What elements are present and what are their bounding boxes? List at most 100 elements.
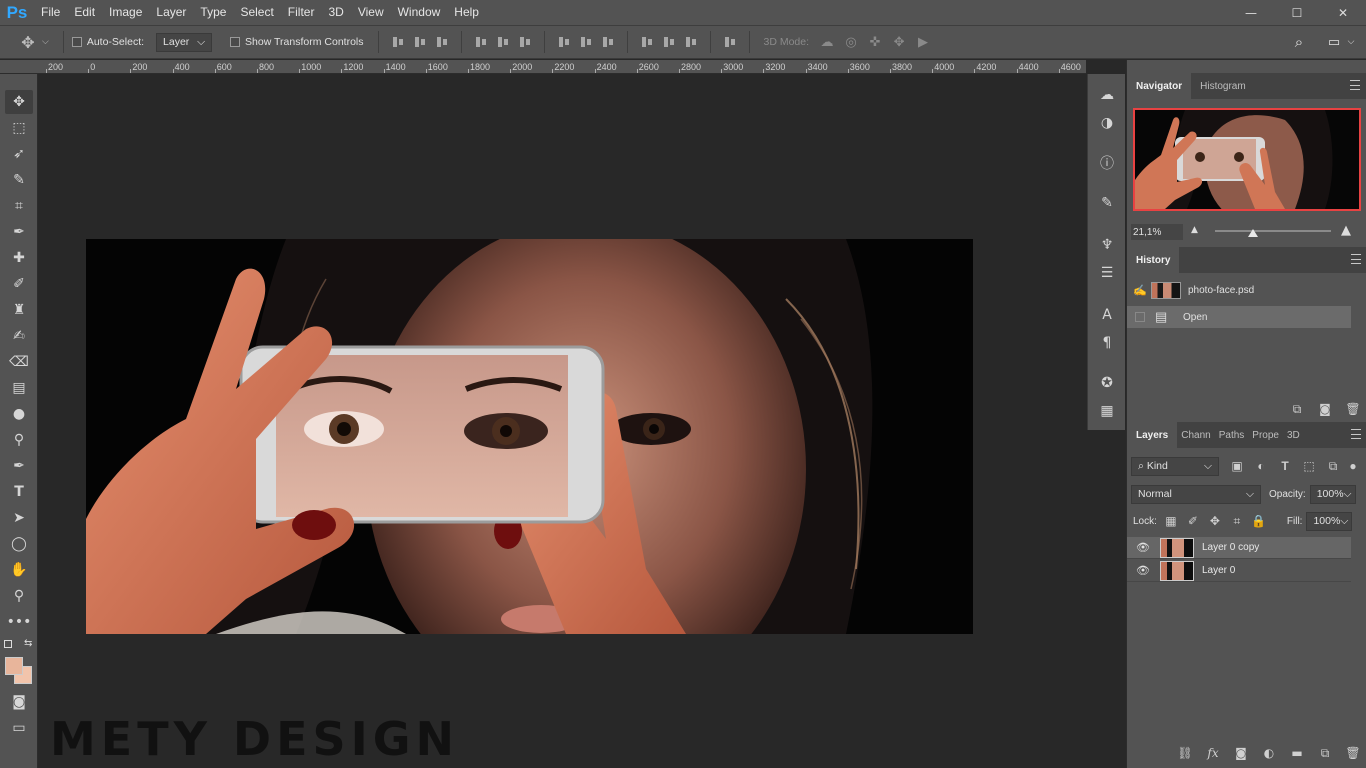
menu-select[interactable]: Select <box>233 0 280 25</box>
quick-select-tool-icon[interactable]: ✎ <box>5 168 33 192</box>
new-group-icon[interactable]: ▬ <box>1289 745 1305 761</box>
new-document-from-state-icon[interactable]: ⧉ <box>1289 401 1305 417</box>
blur-tool-icon[interactable]: ● <box>5 402 33 426</box>
link-layers-icon[interactable]: ⛓ <box>1177 745 1193 761</box>
minimize-button[interactable]: — <box>1228 0 1274 25</box>
character-icon[interactable]: A <box>1096 304 1118 326</box>
glyphs-icon[interactable]: ▦ <box>1096 400 1118 422</box>
3d-pan-icon[interactable]: ✜ <box>863 35 887 50</box>
move-tool-icon[interactable]: ✥ <box>14 33 42 52</box>
zoom-out-icon[interactable]: ▲ <box>1191 225 1198 235</box>
panel-menu-icon[interactable] <box>1351 429 1361 439</box>
filter-adjustment-icon[interactable]: ◐ <box>1253 458 1269 474</box>
distribute-bottom-icon[interactable] <box>601 35 615 49</box>
history-brush-source-icon[interactable]: ✍ <box>1131 284 1149 297</box>
type-tool-icon[interactable]: T <box>5 480 33 504</box>
menu-window[interactable]: Window <box>391 0 448 25</box>
blend-mode-dropdown[interactable]: Normal ⌵ <box>1131 484 1261 504</box>
close-button[interactable]: ✕ <box>1320 0 1366 25</box>
tab-layers[interactable]: Layers <box>1127 422 1178 448</box>
ellipse-tool-icon[interactable]: ◯ <box>5 532 33 556</box>
3d-roll-icon[interactable]: ◎ <box>839 35 863 50</box>
show-transform-checkbox[interactable]: Show Transform Controls <box>230 36 364 48</box>
menu-layer[interactable]: Layer <box>149 0 193 25</box>
menu-3d[interactable]: 3D <box>321 0 350 25</box>
menu-help[interactable]: Help <box>447 0 486 25</box>
menu-edit[interactable]: Edit <box>67 0 102 25</box>
tab-paths[interactable]: Paths <box>1215 422 1249 448</box>
properties-icon[interactable]: ☰ <box>1096 262 1118 284</box>
maximize-button[interactable]: ☐ <box>1274 0 1320 25</box>
align-left-icon[interactable] <box>474 35 488 49</box>
auto-select-checkbox[interactable]: Auto-Select: <box>71 36 144 48</box>
tab-history[interactable]: History <box>1127 247 1180 273</box>
workspace-icon[interactable]: ▭ <box>1324 35 1344 50</box>
align-top-icon[interactable] <box>391 35 405 49</box>
horizontal-ruler[interactable]: 200 0 200 400 600 800 1000 1200 1400 1600 1800 2000… <box>38 60 1086 74</box>
healing-brush-tool-icon[interactable]: ✚ <box>5 246 33 270</box>
pen-tool-icon[interactable]: ✒ <box>5 454 33 478</box>
filter-shape-icon[interactable]: ⬚ <box>1301 458 1317 474</box>
align-bottom-icon[interactable] <box>435 35 449 49</box>
history-source-box[interactable] <box>1135 312 1145 322</box>
3d-scale-icon[interactable]: ▶ <box>911 35 935 50</box>
fx-icon[interactable]: fx <box>1205 745 1221 761</box>
menu-view[interactable]: View <box>351 0 391 25</box>
visibility-eye-icon[interactable]: 👁 <box>1132 541 1154 554</box>
tab-channels[interactable]: Chann <box>1177 422 1214 448</box>
marquee-tool-icon[interactable]: ⬚ <box>5 116 33 140</box>
clone-stamp-tool-icon[interactable]: ♜ <box>5 298 33 322</box>
opacity-field[interactable]: 100% ⌵ <box>1309 484 1356 504</box>
brushes-icon[interactable]: ♆ <box>1096 234 1118 256</box>
document-image[interactable] <box>86 239 973 634</box>
history-brush-tool-icon[interactable]: ✍ <box>5 324 33 348</box>
zoom-tool-icon[interactable]: ⚲ <box>5 584 33 608</box>
auto-select-dropdown[interactable]: Layer ⌵ <box>156 32 213 52</box>
tab-properties[interactable]: Prope <box>1248 422 1283 448</box>
distribute-right-icon[interactable] <box>684 35 698 49</box>
distribute-vcenter-icon[interactable] <box>579 35 593 49</box>
layer-name[interactable]: Layer 0 <box>1202 565 1235 576</box>
zoom-level-field[interactable]: 21,1% <box>1131 224 1183 240</box>
adjustment-layer-icon[interactable]: ◐ <box>1261 745 1277 761</box>
brush-tool-icon[interactable]: ✐ <box>5 272 33 296</box>
trash-icon[interactable]: 🗑 <box>1345 745 1361 761</box>
brush-settings-icon[interactable]: ✎ <box>1096 192 1118 214</box>
default-colors-icon[interactable] <box>4 640 12 648</box>
chevron-down-icon[interactable]: ⌵ <box>42 37 49 47</box>
align-vcenter-icon[interactable] <box>413 35 427 49</box>
add-mask-icon[interactable]: ◙ <box>1233 745 1249 761</box>
layer-row[interactable]: 👁 Layer 0 copy <box>1127 537 1351 559</box>
history-snapshot[interactable]: ✍ photo-face.psd <box>1127 279 1351 301</box>
path-selection-tool-icon[interactable]: ➤ <box>5 506 33 530</box>
hand-tool-icon[interactable]: ✋ <box>5 558 33 582</box>
3d-orbit-icon[interactable]: ☁ <box>815 35 839 50</box>
foreground-color-swatch[interactable] <box>5 657 23 675</box>
eyedropper-tool-icon[interactable]: ✒ <box>5 220 33 244</box>
filter-pixel-icon[interactable]: ▣ <box>1229 458 1245 474</box>
menu-type[interactable]: Type <box>193 0 233 25</box>
trash-icon[interactable]: 🗑 <box>1345 401 1361 417</box>
swatches-icon[interactable]: ✪ <box>1096 372 1118 394</box>
menu-filter[interactable]: Filter <box>281 0 322 25</box>
dodge-tool-icon[interactable]: ⚲ <box>5 428 33 452</box>
3d-slide-icon[interactable]: ✥ <box>887 35 911 50</box>
lock-transparent-icon[interactable]: ▦ <box>1163 513 1179 529</box>
layer-filter-dropdown[interactable]: ⌕ Kind ⌵ <box>1131 456 1219 476</box>
tab-navigator[interactable]: Navigator <box>1127 73 1192 99</box>
lock-pixels-icon[interactable]: ✐ <box>1185 513 1201 529</box>
adjustments-icon[interactable]: ◑ <box>1096 112 1118 134</box>
layer-name[interactable]: Layer 0 copy <box>1202 542 1259 553</box>
zoom-in-icon[interactable]: ▲ <box>1341 223 1351 238</box>
menu-file[interactable]: File <box>34 0 67 25</box>
panel-menu-icon[interactable] <box>1350 80 1360 90</box>
panel-menu-icon[interactable] <box>1351 254 1361 264</box>
screen-mode-icon[interactable]: ▭ <box>5 716 33 740</box>
align-hcenter-icon[interactable] <box>496 35 510 49</box>
swap-colors-icon[interactable]: ⇆ <box>24 638 32 649</box>
lasso-tool-icon[interactable]: ➶ <box>5 142 33 166</box>
quick-mask-icon[interactable]: ◙ <box>5 690 33 714</box>
more-tools-icon[interactable]: ••• <box>5 610 33 634</box>
gradient-tool-icon[interactable]: ▤ <box>5 376 33 400</box>
new-layer-icon[interactable]: ⧉ <box>1317 745 1333 761</box>
